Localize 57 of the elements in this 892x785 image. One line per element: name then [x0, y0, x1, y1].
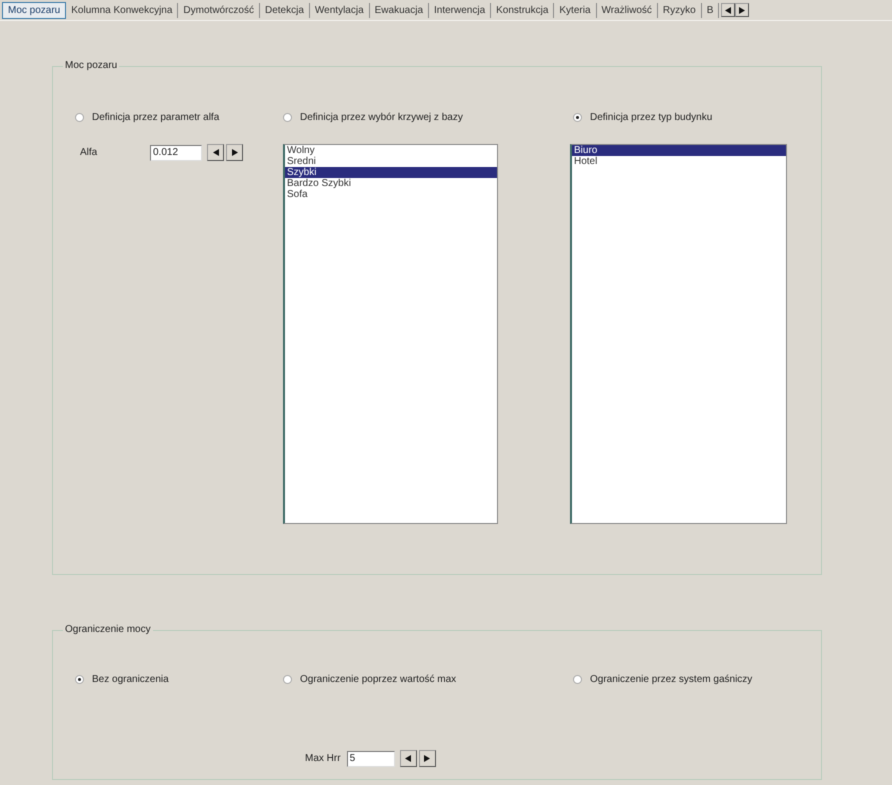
- radio-button[interactable]: [573, 113, 582, 122]
- radio-button[interactable]: [283, 113, 292, 122]
- radio-button[interactable]: [75, 113, 84, 122]
- field-label: Alfa: [80, 147, 98, 158]
- spin-left-button[interactable]: [207, 144, 224, 161]
- group-title: Moc pozaru: [63, 60, 120, 71]
- left-triangle-icon: [405, 755, 412, 762]
- tab[interactable]: Dymotwórczość: [178, 2, 260, 18]
- radio-option[interactable]: Ograniczenie przez system gaśniczy: [573, 674, 773, 685]
- right-triangle-icon: [232, 149, 238, 156]
- tab[interactable]: Wentylacja: [310, 2, 370, 18]
- left-triangle-icon: [212, 149, 218, 156]
- group-title: Ograniczenie mocy: [63, 624, 153, 635]
- radio-option[interactable]: Definicja przez parametr alfa: [75, 112, 283, 123]
- list-item[interactable]: Szybki: [285, 167, 497, 178]
- radio-button[interactable]: [75, 675, 84, 684]
- radio-label: Ograniczenie przez system gaśniczy: [590, 674, 752, 685]
- spin-left-button[interactable]: [400, 750, 417, 767]
- list-item[interactable]: Wolny: [285, 145, 497, 156]
- radio-label: Definicja przez typ budynku: [590, 112, 712, 123]
- tab[interactable]: Detekcja: [260, 2, 310, 18]
- radio-button[interactable]: [573, 675, 582, 684]
- tab[interactable]: Wrażliwość: [596, 2, 658, 18]
- radio-option[interactable]: Ograniczenie poprzez wartość max: [283, 674, 573, 685]
- right-triangle-icon: [739, 6, 746, 14]
- radio-label: Ograniczenie poprzez wartość max: [300, 674, 456, 685]
- radio-option[interactable]: Definicja przez wybór krzywej z bazy: [283, 112, 573, 123]
- field-label: Max Hrr: [305, 753, 341, 764]
- spin-right-button[interactable]: [418, 750, 436, 767]
- tab[interactable]: Konstrukcja: [491, 2, 554, 18]
- list-box[interactable]: Biuro Hotel: [570, 144, 787, 524]
- spin-right-button[interactable]: [226, 144, 243, 161]
- tab[interactable]: Interwencja: [429, 2, 492, 18]
- list-item[interactable]: Bardzo Szybki: [285, 178, 497, 189]
- radio-label: Bez ograniczenia: [92, 674, 169, 685]
- radio-label: Definicja przez parametr alfa: [92, 112, 220, 123]
- radio-label: Definicja przez wybór krzywej z bazy: [300, 112, 463, 123]
- tab[interactable]: Moc pozaru: [2, 2, 66, 18]
- list-box[interactable]: Wolny Sredni Szybki Bardzo Szybki Sofa: [283, 144, 498, 524]
- tab[interactable]: Ewakuacja: [370, 2, 429, 18]
- tab[interactable]: Kolumna Konwekcyjna: [66, 2, 178, 18]
- radio-option[interactable]: Definicja przez typ budynku: [573, 112, 773, 123]
- input-field[interactable]: 5: [346, 750, 395, 766]
- list-item[interactable]: Sofa: [285, 189, 497, 200]
- right-triangle-icon: [424, 755, 430, 762]
- tab[interactable]: Ryzyko: [658, 2, 702, 18]
- spin-left-button[interactable]: [721, 3, 736, 17]
- tab[interactable]: B: [702, 2, 720, 18]
- input-field[interactable]: 0.012: [150, 144, 202, 160]
- list-item[interactable]: Biuro: [572, 145, 786, 156]
- list-item[interactable]: Hotel: [572, 156, 786, 167]
- left-triangle-icon: [725, 6, 732, 14]
- radio-button[interactable]: [283, 675, 292, 684]
- list-item[interactable]: Sredni: [285, 156, 497, 167]
- radio-option[interactable]: Bez ograniczenia: [75, 674, 283, 685]
- spin-right-button[interactable]: [735, 3, 750, 17]
- tab[interactable]: Kyteria: [554, 2, 597, 18]
